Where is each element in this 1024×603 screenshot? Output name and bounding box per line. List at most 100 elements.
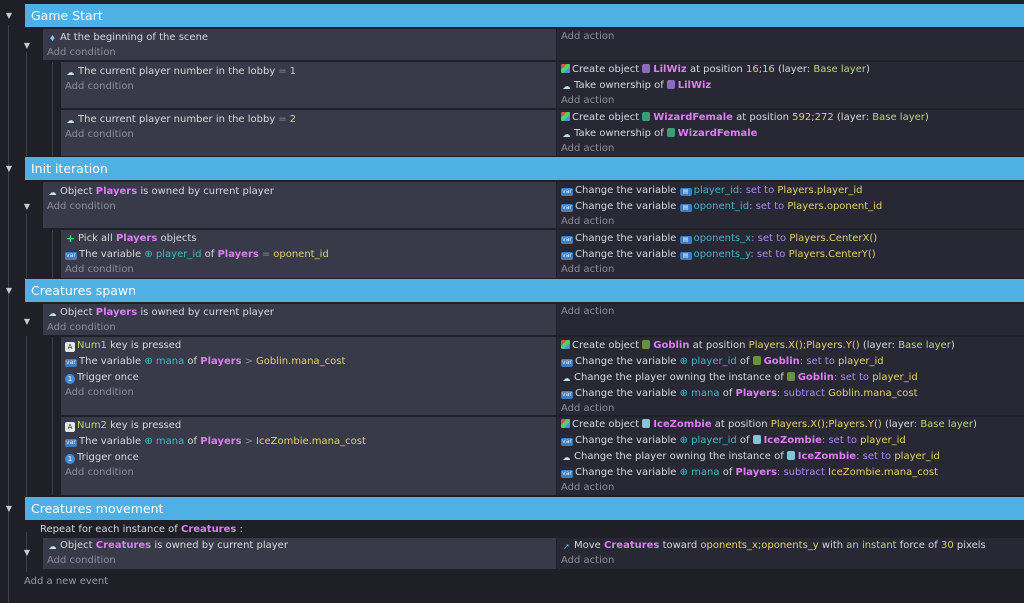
- variable-icon: var: [561, 470, 573, 478]
- tree-line: [52, 337, 53, 495]
- variable-icon: var: [561, 438, 573, 446]
- action-create-icezombie[interactable]: Create object IceZombie at position Playe…: [557, 417, 1024, 433]
- wizardfemale-sprite-icon: [642, 112, 651, 121]
- action-subtract-goblin-mana[interactable]: var Change the variable ⊕ mana of Players…: [557, 386, 1024, 402]
- action-move-creatures[interactable]: ➚ Move Creatures toward oponents_x;oponen…: [557, 538, 1024, 554]
- variable-icon: var: [65, 359, 77, 367]
- wizardfemale-sprite-icon: [666, 128, 675, 137]
- variable-icon: var: [561, 391, 573, 399]
- collapse-group-game-start[interactable]: ▼: [3, 10, 15, 22]
- add-condition-link[interactable]: Add condition: [43, 199, 556, 215]
- collapse-group-creatures-movement[interactable]: ▼: [3, 503, 15, 515]
- event-creatures-owned-actions[interactable]: ➚ Move Creatures toward oponents_x;oponen…: [557, 538, 1024, 569]
- action-set-oponents-y[interactable]: var Change the variable ▤ oponents_y: set …: [557, 247, 1024, 263]
- multiplayer-icon: ☁: [48, 309, 57, 318]
- action-set-goblin-player-id[interactable]: var Change the variable ⊕ player_id of Gob…: [557, 354, 1024, 370]
- subevent-player2-actions[interactable]: Create object WizardFemale at position 59…: [557, 110, 1024, 156]
- collapse-event-creatures-owned[interactable]: ▼: [21, 547, 33, 559]
- add-action-link[interactable]: Add action: [557, 93, 1024, 108]
- subevent-player1-conditions[interactable]: ☁ The current player number in the lobby =…: [61, 62, 556, 108]
- action-take-ownership-lilwiz[interactable]: ☁ Take ownership of LilWiz: [557, 78, 1024, 94]
- scene-icon: ♦: [48, 34, 57, 43]
- action-create-lilwiz[interactable]: Create object LilWiz at position 16;16 (l…: [557, 62, 1024, 78]
- action-create-wizardfemale[interactable]: Create object WizardFemale at position 59…: [557, 110, 1024, 126]
- object-variable-icon: ⊕: [679, 435, 688, 446]
- collapse-event-spawn-owned[interactable]: ▼: [21, 316, 33, 328]
- tree-line: [26, 52, 27, 156]
- add-condition-link[interactable]: Add condition: [43, 45, 556, 60]
- event-scene-start-conditions[interactable]: ♦ At the beginning of the scene Add condi…: [43, 29, 556, 60]
- keyboard-icon: A: [65, 342, 75, 352]
- repeat-for-each-header[interactable]: Repeat for each instance of Creatures :: [40, 522, 243, 538]
- add-action-link[interactable]: Add action: [557, 553, 1024, 569]
- subevent-pick-players-conditions[interactable]: + Pick all Players objects var The variabl…: [61, 230, 556, 278]
- add-condition-link[interactable]: Add condition: [61, 127, 556, 143]
- add-action-link[interactable]: Add action: [557, 304, 1024, 320]
- subevent-num1-conditions[interactable]: A Num1 key is pressed var The variable ⊕ m…: [61, 337, 556, 415]
- variable-icon: var: [561, 204, 573, 212]
- add-action-link[interactable]: Add action: [557, 480, 1024, 495]
- collapse-event-scene-start[interactable]: ▼: [21, 40, 33, 52]
- action-set-icezombie-player-id[interactable]: var Change the variable ⊕ player_id of Ice…: [557, 433, 1024, 449]
- subevent-pick-players-actions[interactable]: var Change the variable ▤ oponents_x: set …: [557, 230, 1024, 278]
- event-players-owned-actions[interactable]: var Change the variable ▤ player_id: set t…: [557, 182, 1024, 228]
- trigger-once-icon: 1: [65, 454, 75, 464]
- collapse-group-init-iteration[interactable]: ▼: [3, 163, 15, 175]
- add-action-link[interactable]: Add action: [557, 262, 1024, 278]
- action-set-oponent-id[interactable]: var Change the variable ▤ oponent_id: set …: [557, 199, 1024, 215]
- action-take-ownership-wizardfemale[interactable]: ☁ Take ownership of WizardFemale: [557, 126, 1024, 142]
- event-creatures-owned-conditions[interactable]: ☁ Object Creatures is owned by current pl…: [43, 538, 556, 569]
- action-create-goblin[interactable]: Create object Goblin at position Players.…: [557, 338, 1024, 354]
- action-change-owner-icezombie[interactable]: ☁ Change the player owning the instance o…: [557, 449, 1024, 465]
- multiplayer-icon: ☁: [562, 453, 571, 462]
- event-players-owned-conditions[interactable]: ☁ Object Players is owned by current play…: [43, 182, 556, 228]
- collapse-event-players-owned[interactable]: ▼: [21, 201, 33, 213]
- subevent-player1-actions[interactable]: Create object LilWiz at position 16;16 (l…: [557, 62, 1024, 108]
- object-variable-icon: ⊕: [679, 388, 688, 399]
- event-scene-start-actions[interactable]: Add action: [557, 29, 1024, 60]
- force-move-icon: ➚: [563, 542, 570, 551]
- action-set-oponents-x[interactable]: var Change the variable ▤ oponents_x: set …: [557, 231, 1024, 247]
- tree-line: [52, 230, 53, 278]
- object-variable-icon: ⊕: [679, 467, 688, 478]
- multiplayer-icon: ☁: [562, 82, 571, 91]
- subevent-player2-conditions[interactable]: ☁ The current player number in the lobby =…: [61, 110, 556, 156]
- group-creatures-movement[interactable]: Creatures movement: [25, 497, 1024, 520]
- group-game-start[interactable]: Game Start: [25, 4, 1024, 27]
- scene-variable-icon: ▤: [679, 188, 692, 196]
- scene-variable-icon: ▤: [679, 236, 692, 244]
- event-spawn-owned-conditions[interactable]: ☁ Object Players is owned by current play…: [43, 304, 556, 335]
- tree-line: [8, 25, 9, 603]
- event-spawn-owned-actions[interactable]: Add action: [557, 304, 1024, 335]
- subevent-num1-actions[interactable]: Create object Goblin at position Players.…: [557, 337, 1024, 415]
- action-change-owner-goblin[interactable]: ☁ Change the player owning the instance o…: [557, 370, 1024, 386]
- add-action-link[interactable]: Add action: [557, 29, 1024, 45]
- multiplayer-icon: ☁: [48, 542, 57, 551]
- multiplayer-icon: ☁: [48, 188, 57, 197]
- scene-variable-icon: ▤: [679, 204, 692, 212]
- action-set-player-id[interactable]: var Change the variable ▤ player_id: set t…: [557, 183, 1024, 199]
- add-condition-link[interactable]: Add condition: [61, 385, 556, 401]
- multiplayer-icon: ☁: [66, 68, 75, 77]
- multiplayer-icon: ☁: [562, 130, 571, 139]
- collapse-group-creatures-spawn[interactable]: ▼: [3, 285, 15, 297]
- add-action-link[interactable]: Add action: [557, 141, 1024, 156]
- add-condition-link[interactable]: Add condition: [43, 320, 556, 335]
- add-new-event-link[interactable]: Add a new event: [24, 576, 108, 587]
- variable-icon: var: [65, 252, 77, 260]
- subevent-num2-actions[interactable]: Create object IceZombie at position Playe…: [557, 417, 1024, 495]
- tree-line: [26, 336, 27, 496]
- group-creatures-spawn[interactable]: Creatures spawn: [25, 279, 1024, 302]
- add-condition-link[interactable]: Add condition: [61, 465, 556, 481]
- group-init-iteration[interactable]: Init iteration: [25, 157, 1024, 180]
- multiplayer-icon: ☁: [66, 116, 75, 125]
- action-subtract-icezombie-mana[interactable]: var Change the variable ⊕ mana of Players…: [557, 465, 1024, 481]
- add-action-link[interactable]: Add action: [557, 214, 1024, 228]
- add-action-link[interactable]: Add action: [557, 401, 1024, 415]
- variable-icon: var: [65, 439, 77, 447]
- add-condition-link[interactable]: Add condition: [61, 262, 556, 278]
- add-condition-link[interactable]: Add condition: [61, 79, 556, 95]
- create-object-icon: [561, 64, 570, 73]
- add-condition-link[interactable]: Add condition: [43, 553, 556, 569]
- subevent-num2-conditions[interactable]: A Num2 key is pressed var The variable ⊕ m…: [61, 417, 556, 495]
